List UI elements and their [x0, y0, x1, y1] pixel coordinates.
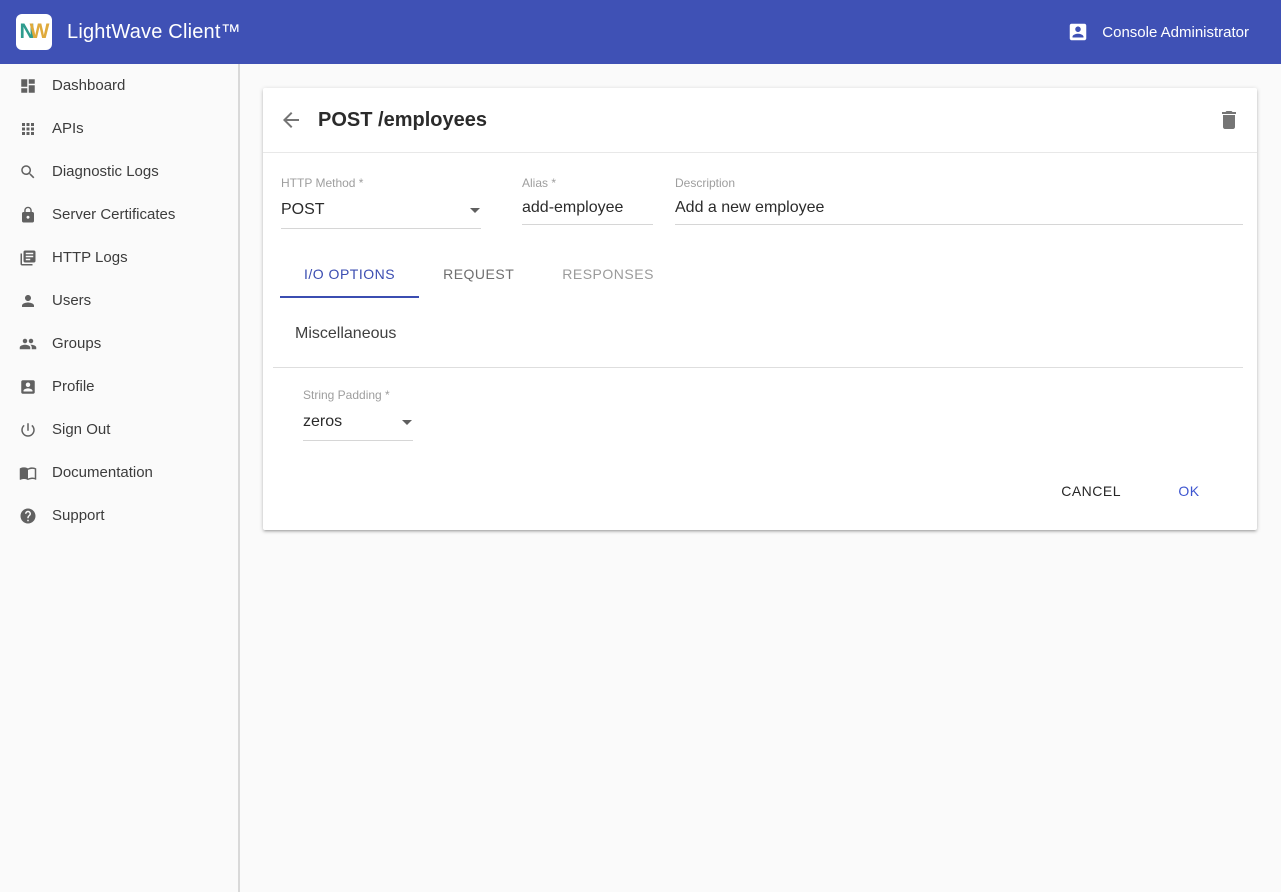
sidebar-item-label: HTTP Logs — [52, 249, 128, 266]
page-title: POST /employees — [318, 109, 487, 132]
library-books-icon — [18, 248, 38, 268]
search-icon — [18, 162, 38, 182]
sidebar-item-label: Sign Out — [52, 421, 110, 438]
card-actions: CANCEL OK — [263, 441, 1257, 530]
back-arrow-icon[interactable] — [279, 108, 303, 132]
section-title-miscellaneous: Miscellaneous — [295, 325, 1257, 343]
sidebar-item-label: Documentation — [52, 464, 153, 481]
sidebar-item-label: APIs — [52, 120, 84, 137]
section-divider — [273, 367, 1243, 368]
power-icon — [18, 420, 38, 440]
lock-icon — [18, 205, 38, 225]
sidebar-item-http-logs[interactable]: HTTP Logs — [0, 236, 238, 279]
sidebar-item-label: Users — [52, 292, 91, 309]
app-logo: N W — [16, 14, 52, 50]
alias-value: add-employee — [522, 198, 653, 218]
main-content: POST /employees HTTP Method * POST — [240, 64, 1281, 892]
sidebar-item-label: Profile — [52, 378, 95, 395]
string-padding-label: String Padding * — [303, 388, 413, 402]
open-book-icon — [18, 463, 38, 483]
sidebar-item-groups[interactable]: Groups — [0, 322, 238, 365]
account-box-icon — [1067, 21, 1089, 43]
http-method-select[interactable]: HTTP Method * POST — [281, 176, 481, 229]
sidebar: Dashboard APIs Diagnostic Logs Server Ce… — [0, 64, 240, 892]
chevron-down-icon — [463, 198, 487, 222]
http-method-value: POST — [281, 200, 463, 220]
alias-field[interactable]: Alias * add-employee — [522, 176, 653, 229]
http-method-label: HTTP Method * — [281, 176, 481, 190]
account-box-icon — [18, 377, 38, 397]
sidebar-item-diagnostic-logs[interactable]: Diagnostic Logs — [0, 150, 238, 193]
app-title: LightWave Client™ — [67, 21, 241, 44]
delete-trash-icon[interactable] — [1217, 108, 1241, 132]
sidebar-item-dashboard[interactable]: Dashboard — [0, 64, 238, 107]
sidebar-item-label: Support — [52, 507, 105, 524]
description-field[interactable]: Description Add a new employee — [675, 176, 1243, 229]
user-menu[interactable]: Console Administrator — [1067, 21, 1249, 43]
sidebar-item-documentation[interactable]: Documentation — [0, 451, 238, 494]
cancel-button[interactable]: CANCEL — [1045, 473, 1137, 509]
tab-bar: I/O OPTIONS REQUEST RESPONSES — [280, 251, 1257, 298]
chevron-down-icon — [395, 410, 419, 434]
logo-letter-n: N — [20, 20, 30, 44]
ok-button[interactable]: OK — [1157, 473, 1221, 509]
description-value: Add a new employee — [675, 198, 1243, 218]
description-label: Description — [675, 176, 1243, 190]
sidebar-item-support[interactable]: Support — [0, 494, 238, 537]
sidebar-item-server-certificates[interactable]: Server Certificates — [0, 193, 238, 236]
card-header: POST /employees — [263, 88, 1257, 153]
alias-label: Alias * — [522, 176, 653, 190]
sidebar-item-profile[interactable]: Profile — [0, 365, 238, 408]
help-icon — [18, 506, 38, 526]
tab-io-options[interactable]: I/O OPTIONS — [280, 251, 419, 298]
string-padding-select[interactable]: String Padding * zeros — [303, 388, 413, 441]
user-label: Console Administrator — [1102, 24, 1249, 41]
sidebar-item-label: Server Certificates — [52, 206, 175, 223]
apps-grid-icon — [18, 119, 38, 139]
people-icon — [18, 334, 38, 354]
app-bar: N W LightWave Client™ Console Administra… — [0, 0, 1281, 64]
sidebar-item-sign-out[interactable]: Sign Out — [0, 408, 238, 451]
person-icon — [18, 291, 38, 311]
sidebar-item-users[interactable]: Users — [0, 279, 238, 322]
endpoint-fields-row: HTTP Method * POST Alias * add-employee — [263, 153, 1257, 229]
dashboard-icon — [18, 76, 38, 96]
endpoint-detail-card: POST /employees HTTP Method * POST — [263, 88, 1257, 530]
sidebar-item-label: Dashboard — [52, 77, 125, 94]
sidebar-item-apis[interactable]: APIs — [0, 107, 238, 150]
tab-responses[interactable]: RESPONSES — [538, 251, 678, 298]
tab-request[interactable]: REQUEST — [419, 251, 538, 298]
logo-letter-w: W — [30, 20, 45, 44]
string-padding-value: zeros — [303, 412, 395, 432]
sidebar-item-label: Diagnostic Logs — [52, 163, 159, 180]
sidebar-item-label: Groups — [52, 335, 101, 352]
